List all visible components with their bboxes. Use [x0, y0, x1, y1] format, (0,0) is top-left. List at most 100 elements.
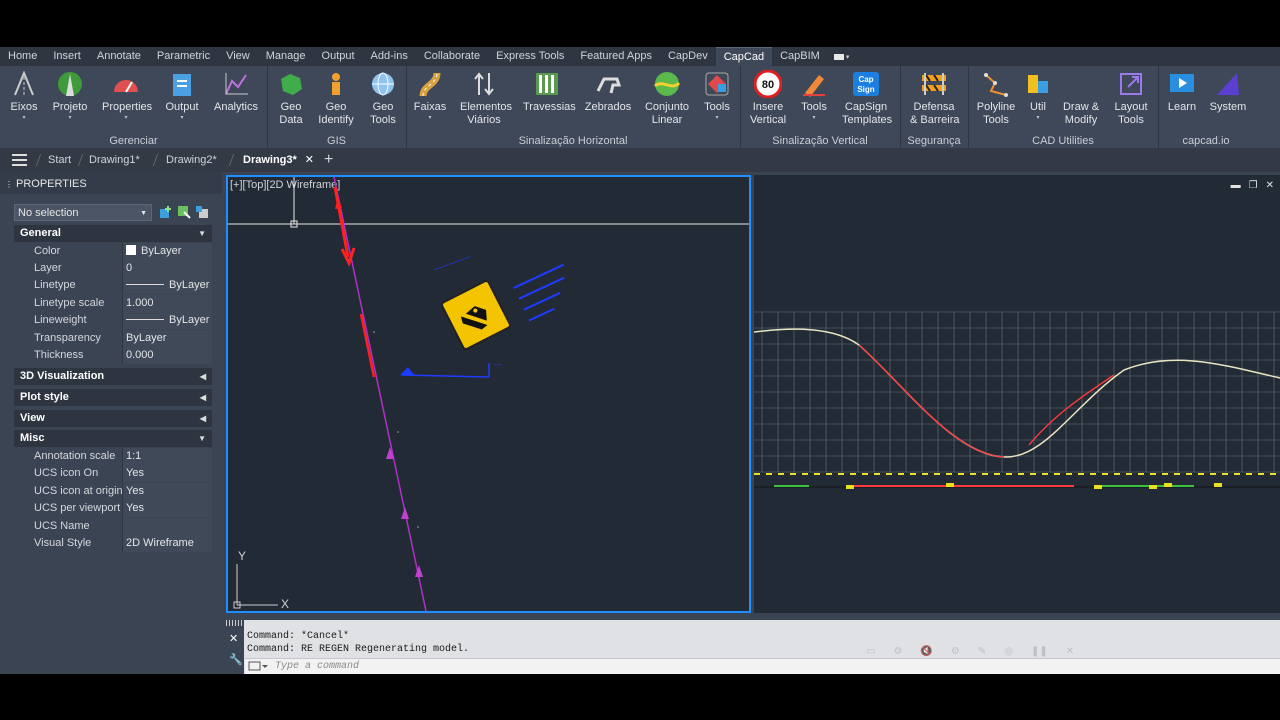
tab-insert[interactable]: Insert	[45, 47, 89, 66]
conjunto-linear-button[interactable]: Conjunto Linear	[643, 70, 691, 127]
system-button[interactable]: System	[1204, 70, 1252, 114]
panel-title-gis: GIS	[327, 135, 346, 147]
file-tab-drawing3[interactable]: Drawing3* ✕	[243, 148, 314, 172]
customize-wrench-icon[interactable]: 🔧	[229, 653, 243, 666]
panel-cad-utilities: Polyline Tools Util ▾ Draw & Modify Layout T…	[968, 66, 1159, 148]
command-prompt-icon	[248, 660, 268, 674]
ribbon-tab-bar: Home Insert Annotate Parametric View Man…	[0, 47, 1280, 67]
tab-manage[interactable]: Manage	[258, 47, 314, 66]
prop-row-ucs-per-viewport[interactable]: UCS per viewport Yes	[14, 500, 212, 517]
tab-capdev[interactable]: CapDev	[660, 47, 716, 66]
toggle-pickadd-icon[interactable]	[159, 205, 173, 219]
profile-drawing	[754, 311, 1280, 489]
insere-vertical-button[interactable]: 80 Insere Vertical	[744, 70, 792, 127]
selection-dropdown[interactable]: No selection ▼	[14, 204, 152, 221]
group-view[interactable]: View ◀	[14, 410, 212, 427]
projeto-button[interactable]: Projeto ▾	[46, 70, 94, 122]
file-tab-drawing2[interactable]: Drawing2*	[166, 148, 217, 172]
prop-row-lineweight[interactable]: Lineweight ByLayer	[14, 312, 212, 329]
status-coords: ▭	[866, 646, 876, 657]
defensa-barreira-button[interactable]: Defensa & Barreira	[910, 70, 960, 127]
close-command-icon[interactable]: ✕	[229, 632, 238, 645]
capsign-templates-button[interactable]: Cap Sign CapSign Templates	[842, 70, 892, 127]
command-input[interactable]: Type a command	[245, 658, 1280, 674]
export-icon	[1117, 70, 1145, 98]
tab-output[interactable]: Output	[314, 47, 363, 66]
workspace-dropdown[interactable]: ▾	[833, 53, 849, 61]
layout-tools-button[interactable]: Layout Tools	[1107, 70, 1155, 127]
tab-collaborate[interactable]: Collaborate	[416, 47, 488, 66]
prop-row-annotation-scale[interactable]: Annotation scale 1:1	[14, 448, 212, 465]
flag-icon	[833, 53, 844, 60]
group-general[interactable]: General ▼	[14, 225, 212, 242]
file-tab-drawing1[interactable]: Drawing1*	[89, 148, 140, 172]
file-tab-bar: Start Drawing1* Drawing2* Drawing3* ✕ +	[0, 148, 1280, 172]
geo-identify-button[interactable]: Geo Identify	[312, 70, 360, 127]
status-close-icon: ✕	[1065, 646, 1075, 657]
prop-row-linetype[interactable]: Linetype ByLayer	[14, 277, 212, 294]
prop-row-visual-style[interactable]: Visual Style 2D Wireframe	[14, 535, 212, 552]
geo-tools-button[interactable]: Geo Tools	[359, 70, 407, 127]
polyline-tools-button[interactable]: Polyline Tools	[972, 70, 1020, 127]
prop-row-thickness[interactable]: Thickness 0.000	[14, 347, 212, 364]
svg-text:80: 80	[762, 79, 774, 91]
plan-viewport[interactable]: [+][Top][2D Wireframe] ------------- ---…	[226, 175, 751, 613]
elementos-viarios-button[interactable]: Elementos Viários	[460, 70, 512, 127]
prop-row-linetype-scale[interactable]: Linetype scale 1.000	[14, 295, 212, 312]
panel-sinalizacao-horizontal: Faixas ▾ Elementos Viários Travessias Zebr…	[406, 66, 741, 148]
profile-viewport[interactable]: ▬ ❐ ✕	[754, 175, 1280, 613]
group-3d-visualization[interactable]: 3D Visualization ◀	[14, 368, 212, 385]
prop-row-transparency[interactable]: Transparency ByLayer	[14, 330, 212, 347]
new-tab-button[interactable]: +	[324, 148, 333, 172]
analytics-button[interactable]: Analytics	[212, 70, 260, 114]
travessias-button[interactable]: Travessias	[523, 70, 576, 114]
prop-row-ucs-name[interactable]: UCS Name	[14, 518, 212, 535]
command-history-line-2: Command: RE REGEN Regenerating model.	[247, 644, 470, 655]
eixos-button[interactable]: Eixos ▾	[0, 70, 48, 122]
draw-modify-button[interactable]: Draw & Modify	[1057, 70, 1105, 127]
prop-row-ucs-icon-origin[interactable]: UCS icon at origin Yes	[14, 483, 212, 500]
learn-button[interactable]: Learn	[1158, 70, 1206, 114]
panel-gis: Geo Data Geo Identify Geo Tools GIS	[267, 66, 407, 148]
tab-home[interactable]: Home	[0, 47, 45, 66]
polyline-icon	[982, 70, 1010, 98]
system-icon	[1214, 70, 1242, 98]
prop-row-color[interactable]: Color ByLayer	[14, 243, 212, 260]
panel-gerenciar: Eixos ▾ Projeto ▾ Properties ▾ Output ▾ Anal…	[0, 66, 268, 148]
svg-text:Y: Y	[238, 549, 246, 563]
tab-view[interactable]: View	[218, 47, 258, 66]
video-play-icon	[1168, 70, 1196, 98]
faixas-button[interactable]: Faixas ▾	[406, 70, 454, 122]
tab-add-ins[interactable]: Add-ins	[363, 47, 416, 66]
file-tab-start[interactable]: Start	[48, 148, 71, 172]
svg-text:Cap: Cap	[858, 75, 873, 84]
tab-annotate[interactable]: Annotate	[89, 47, 149, 66]
prop-row-ucs-icon-on[interactable]: UCS icon On Yes	[14, 465, 212, 482]
properties-button[interactable]: Properties ▾	[102, 70, 152, 122]
tab-express-tools[interactable]: Express Tools	[488, 47, 572, 66]
profile-marker	[846, 485, 854, 489]
group-misc[interactable]: Misc ▼	[14, 430, 212, 447]
profile-terrain-line	[754, 328, 1280, 458]
geo-data-button[interactable]: Geo Data	[267, 70, 315, 127]
sinal-v-tools-button[interactable]: Tools ▾	[790, 70, 838, 122]
tab-parametric[interactable]: Parametric	[149, 47, 218, 66]
util-button[interactable]: Util ▾	[1014, 70, 1062, 122]
prop-row-layer[interactable]: Layer 0	[14, 260, 212, 277]
arrows-icon	[470, 70, 498, 98]
zebrados-button[interactable]: Zebrados	[584, 70, 632, 114]
close-tab-icon[interactable]: ✕	[305, 154, 314, 166]
tab-capbim[interactable]: CapBIM	[772, 47, 828, 66]
panel-seguranca: Defensa & Barreira Segurança	[900, 66, 969, 148]
autocad-window: Home Insert Annotate Parametric View Man…	[0, 47, 1280, 674]
tab-featured-apps[interactable]: Featured Apps	[572, 47, 660, 66]
hamburger-menu-icon[interactable]	[12, 154, 28, 169]
tab-capcad[interactable]: CapCad	[715, 47, 773, 67]
output-button[interactable]: Output ▾	[158, 70, 206, 122]
sinal-h-tools-button[interactable]: Tools ▾	[693, 70, 741, 122]
warning-sign	[441, 280, 511, 350]
status-pause-icon: ❚❚	[1030, 646, 1048, 657]
select-objects-icon[interactable]	[177, 205, 191, 219]
group-plot-style[interactable]: Plot style ◀	[14, 389, 212, 406]
quick-select-icon[interactable]	[195, 205, 209, 219]
